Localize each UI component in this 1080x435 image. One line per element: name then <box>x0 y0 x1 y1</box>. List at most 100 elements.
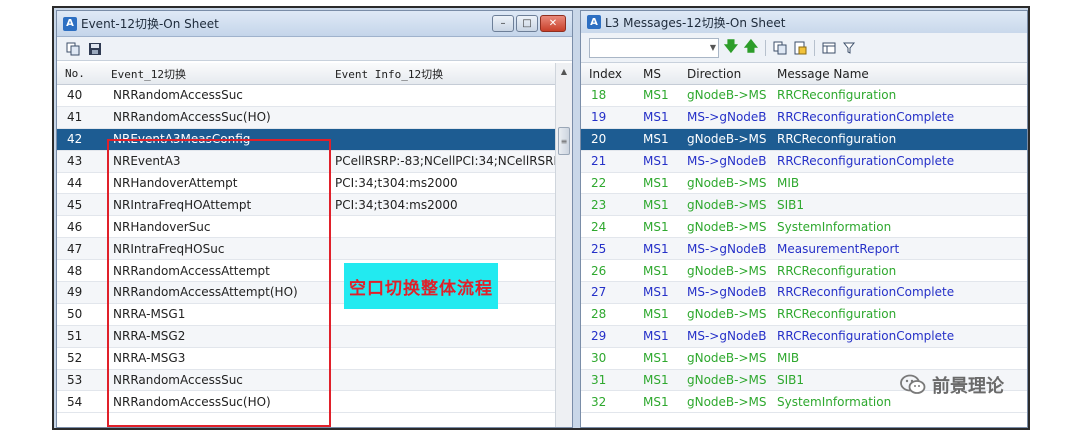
column-event-info[interactable]: Event Info_12切换 <box>329 66 555 82</box>
event-table: No. Event_12切换 Event Info_12切换 40 NRRando… <box>57 63 555 429</box>
l3-message-row[interactable]: 20 MS1 gNodeB->MS RRCReconfiguration <box>581 128 1027 151</box>
message-ms: MS1 <box>643 329 669 344</box>
message-name: RRCReconfigurationComplete <box>777 285 955 300</box>
event-row[interactable]: 40 NRRandomAccessSuc <box>57 85 555 107</box>
message-direction: gNodeB->MS <box>687 88 767 103</box>
message-index: 32 <box>591 394 607 409</box>
l3-message-row[interactable]: 26 MS1 gNodeB->MS RRCReconfiguration <box>581 260 1027 283</box>
message-ms: MS1 <box>643 197 669 212</box>
message-direction: gNodeB->MS <box>687 263 767 278</box>
message-direction: MS->gNodeB <box>687 241 767 256</box>
column-no[interactable]: No. <box>57 67 103 80</box>
event-row[interactable]: 44 NRHandoverAttempt PCI:34;t304:ms2000 <box>57 173 555 195</box>
event-row[interactable]: 53 NRRandomAccessSuc <box>57 369 555 392</box>
event-no: 42 <box>67 132 83 147</box>
maximize-button[interactable]: □ <box>516 15 538 32</box>
previous-up-icon[interactable]: 🡅 <box>743 39 759 56</box>
wechat-icon <box>900 374 926 396</box>
save-icon[interactable] <box>87 41 103 57</box>
message-name: RRCReconfiguration <box>777 263 897 278</box>
columns-icon[interactable] <box>821 40 837 56</box>
event-window-title: Event-12切换-On Sheet <box>81 17 219 31</box>
event-row[interactable]: 54 NRRandomAccessSuc(HO) <box>57 391 555 414</box>
filter-dropdown[interactable]: ▼ <box>589 37 719 58</box>
message-name: MIB <box>777 176 800 190</box>
l3-message-row[interactable]: 23 MS1 gNodeB->MS SIB1 <box>581 194 1027 217</box>
l3-message-row[interactable]: 22 MS1 gNodeB->MS MIB <box>581 173 1027 195</box>
screenshot-frame: A Event-12切换-On Sheet – □ ✕ No. Event_12… <box>52 6 1030 430</box>
scroll-thumb[interactable]: ≡ <box>558 127 570 155</box>
event-row[interactable]: 51 NRRA-MSG2 <box>57 325 555 348</box>
message-ms: MS1 <box>643 219 669 234</box>
l3-message-row[interactable]: 21 MS1 MS->gNodeB RRCReconfigurationComplet… <box>581 150 1027 173</box>
event-name: NRRA-MSG3 <box>113 351 186 366</box>
l3-message-row[interactable]: 18 MS1 gNodeB->MS RRCReconfiguration <box>581 85 1027 107</box>
message-ms: MS1 <box>643 351 669 366</box>
message-ms: MS1 <box>643 394 669 409</box>
l3-message-row[interactable]: 27 MS1 MS->gNodeB RRCReconfigurationComplet… <box>581 282 1027 304</box>
event-info: PCI:34;t304:ms2000 <box>335 176 458 190</box>
minimize-button[interactable]: – <box>492 15 514 32</box>
column-index[interactable]: Index <box>581 67 635 81</box>
event-row[interactable]: 52 NRRA-MSG3 <box>57 348 555 370</box>
scroll-up-icon[interactable]: ▲ <box>556 63 572 79</box>
chevron-down-icon[interactable]: ▼ <box>710 43 716 52</box>
message-name: MeasurementReport <box>777 241 900 256</box>
message-direction: gNodeB->MS <box>687 219 767 234</box>
l3-message-row[interactable]: 29 MS1 MS->gNodeB RRCReconfigurationComplet… <box>581 325 1027 348</box>
filter-icon[interactable] <box>841 40 857 56</box>
column-event[interactable]: Event_12切换 <box>103 66 329 82</box>
event-no: 44 <box>67 176 83 190</box>
l3-window-titlebar[interactable]: A L3 Messages-12切换-On Sheet <box>581 11 1027 33</box>
column-message-name[interactable]: Message Name <box>769 67 1027 81</box>
l3-message-row[interactable]: 25 MS1 MS->gNodeB MeasurementReport <box>581 238 1027 261</box>
message-direction: gNodeB->MS <box>687 373 767 388</box>
event-row[interactable]: 42 NREventA3MeasConfig <box>57 128 555 151</box>
event-row[interactable]: 46 NRHandoverSuc <box>57 216 555 239</box>
event-no: 45 <box>67 197 83 212</box>
message-ms: MS1 <box>643 285 669 300</box>
event-row[interactable]: 45 NRIntraFreqHOAttempt PCI:34;t304:ms2000 <box>57 194 555 217</box>
copy-icon[interactable] <box>65 41 81 57</box>
message-index: 25 <box>591 241 607 256</box>
copy-icon[interactable] <box>772 40 788 56</box>
message-ms: MS1 <box>643 110 669 125</box>
column-ms[interactable]: MS <box>635 67 679 81</box>
message-index: 23 <box>591 197 607 212</box>
watermark: 前景理论 <box>900 372 1004 398</box>
close-button[interactable]: ✕ <box>540 15 566 32</box>
event-no: 47 <box>67 241 83 256</box>
event-no: 48 <box>67 263 83 278</box>
event-no: 49 <box>67 285 83 300</box>
l3-message-row[interactable]: 24 MS1 gNodeB->MS SystemInformation <box>581 216 1027 239</box>
l3-message-row[interactable]: 28 MS1 gNodeB->MS RRCReconfiguration <box>581 304 1027 326</box>
next-down-icon[interactable]: 🡇 <box>723 39 739 56</box>
event-name: NRRandomAccessSuc <box>113 373 243 388</box>
event-row[interactable]: 43 NREventA3 PCellRSRP:-83;NCellPCI:34;NCe… <box>57 150 555 173</box>
l3-table-header: Index MS Direction Message Name <box>581 63 1027 85</box>
export-icon[interactable] <box>792 40 808 56</box>
event-no: 46 <box>67 219 83 234</box>
event-name: NRHandoverAttempt <box>113 176 238 190</box>
event-row[interactable]: 47 NRIntraFreqHOSuc <box>57 238 555 261</box>
event-no: 52 <box>67 351 83 366</box>
event-info: PCellRSRP:-83;NCellPCI:34;NCellRSRP:-80 <box>335 154 555 169</box>
column-direction[interactable]: Direction <box>679 67 769 81</box>
event-name: NRRandomAccessSuc(HO) <box>113 110 271 125</box>
message-direction: gNodeB->MS <box>687 197 767 212</box>
message-direction: gNodeB->MS <box>687 132 767 147</box>
event-name: NRRA-MSG1 <box>113 307 186 322</box>
event-window-titlebar[interactable]: A Event-12切换-On Sheet – □ ✕ <box>57 11 572 37</box>
message-direction: gNodeB->MS <box>687 307 767 322</box>
event-row[interactable]: 41 NRRandomAccessSuc(HO) <box>57 106 555 129</box>
l3-message-row[interactable]: 30 MS1 gNodeB->MS MIB <box>581 348 1027 370</box>
message-ms: MS1 <box>643 132 669 147</box>
message-index: 22 <box>591 176 607 190</box>
event-scrollbar[interactable]: ▲ ≡ <box>555 63 572 427</box>
l3-message-row[interactable]: 19 MS1 MS->gNodeB RRCReconfigurationComplet… <box>581 106 1027 129</box>
event-toolbar <box>57 37 572 61</box>
l3-toolbar: ▼ 🡇 🡅 <box>581 33 1027 63</box>
message-ms: MS1 <box>643 263 669 278</box>
message-ms: MS1 <box>643 88 669 103</box>
event-name: NRHandoverSuc <box>113 219 211 234</box>
